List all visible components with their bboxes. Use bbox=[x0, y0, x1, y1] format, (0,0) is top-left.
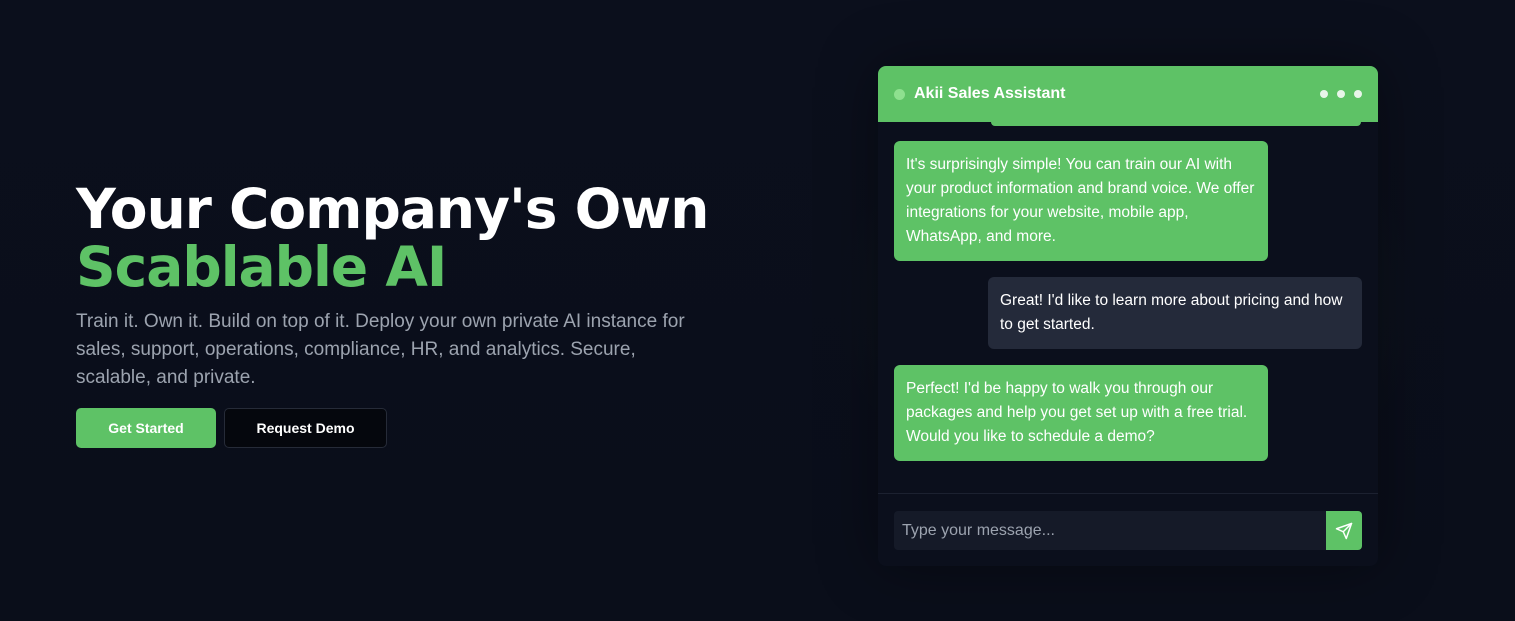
hero-title-line1: Your Company's Own bbox=[76, 177, 709, 241]
chat-footer bbox=[878, 493, 1378, 566]
chat-title: Akii Sales Assistant bbox=[914, 85, 1066, 102]
previous-message-edge bbox=[991, 122, 1361, 126]
hero-buttons: Get Started Request Demo bbox=[76, 408, 776, 448]
send-button[interactable] bbox=[1326, 511, 1362, 550]
hero-section: Your Company's Own Scablable AI Train it… bbox=[76, 180, 776, 448]
send-icon bbox=[1335, 522, 1353, 539]
hero-title-accent: Scablable AI bbox=[76, 235, 447, 299]
more-horizontal-icon[interactable] bbox=[1320, 90, 1362, 98]
message-input[interactable] bbox=[894, 511, 1326, 550]
chat-widget: Akii Sales Assistant It's surprisingly s… bbox=[878, 66, 1378, 566]
request-demo-button[interactable]: Request Demo bbox=[224, 408, 387, 448]
message-input-wrapper bbox=[894, 511, 1362, 550]
hero-title: Your Company's Own Scablable AI bbox=[76, 180, 776, 296]
bot-message: It's surprisingly simple! You can train … bbox=[894, 141, 1268, 261]
status-dot-icon bbox=[894, 88, 905, 100]
user-message: Great! I'd like to learn more about pric… bbox=[988, 277, 1362, 349]
get-started-button[interactable]: Get Started bbox=[76, 408, 216, 448]
bot-message: Perfect! I'd be happy to walk you throug… bbox=[894, 365, 1268, 461]
hero-subtitle: Train it. Own it. Build on top of it. De… bbox=[76, 311, 685, 388]
chat-header: Akii Sales Assistant bbox=[878, 66, 1378, 122]
landing-page: Your Company's Own Scablable AI Train it… bbox=[0, 0, 1515, 621]
chat-messages[interactable]: It's surprisingly simple! You can train … bbox=[878, 122, 1378, 493]
